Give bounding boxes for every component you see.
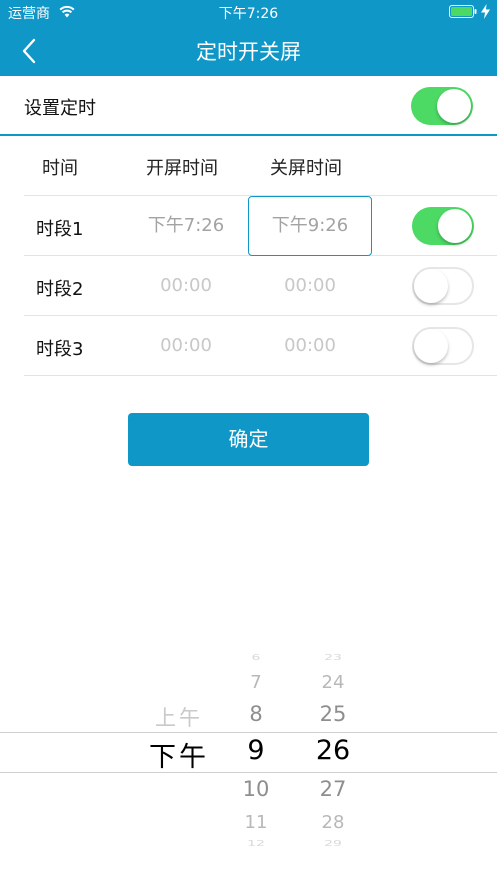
- table-row: 时段3 00:00 00:00: [24, 316, 497, 376]
- schedule-table: 时间 开屏时间 关屏时间 时段1 下午7:26 下午9:26 时段2 00:00…: [24, 136, 497, 376]
- charging-bolt-icon: [481, 4, 490, 19]
- on-time-cell[interactable]: 下午7:26: [124, 196, 248, 255]
- table-row: 时段1 下午7:26 下午9:26: [24, 196, 497, 256]
- table-row: 时段2 00:00 00:00: [24, 256, 497, 316]
- schedule-setting-label: 设置定时: [24, 98, 96, 119]
- picker-selected-option: 26: [315, 735, 351, 766]
- picker-selected-option: 下午: [149, 742, 209, 773]
- picker-option: 12: [247, 839, 265, 849]
- period-toggle[interactable]: [412, 327, 474, 365]
- period-label: 时段1: [36, 219, 84, 240]
- picker-selected-option: 9: [247, 735, 265, 766]
- picker-option: 8: [249, 702, 263, 726]
- status-bar: 运营商 下午7:26: [0, 0, 497, 24]
- off-time-cell[interactable]: 00:00: [248, 256, 372, 315]
- period-toggle[interactable]: [412, 267, 474, 305]
- picker-option: 24: [321, 672, 345, 693]
- minute-wheel[interactable]: 23 24 25 26 27 28 29: [300, 640, 366, 870]
- picker-option: 6: [251, 653, 261, 663]
- period-label: 时段3: [36, 339, 84, 360]
- am-pm-wheel[interactable]: 上午 下午: [140, 640, 218, 870]
- schedule-toggle[interactable]: [411, 87, 473, 125]
- column-header-on-time: 开屏时间: [146, 158, 218, 179]
- navigation-bar: 定时开关屏: [0, 24, 497, 76]
- column-header-period: 时间: [42, 158, 78, 179]
- picker-option: 29: [324, 839, 342, 849]
- off-time-cell[interactable]: 下午9:26: [248, 196, 372, 256]
- period-label: 时段2: [36, 279, 84, 300]
- hour-wheel[interactable]: 6 7 8 9 10 11 12: [225, 640, 287, 870]
- toggle-knob: [414, 329, 448, 363]
- toggle-knob: [438, 209, 472, 243]
- picker-option: 23: [324, 653, 342, 663]
- table-header: 时间 开屏时间 关屏时间: [24, 136, 497, 196]
- period-toggle[interactable]: [412, 207, 474, 245]
- picker-option: 28: [321, 812, 345, 833]
- column-header-off-time: 关屏时间: [270, 158, 342, 179]
- confirm-button[interactable]: 确定: [128, 413, 369, 466]
- off-time-cell[interactable]: 00:00: [248, 316, 372, 375]
- picker-option: 11: [244, 812, 268, 833]
- status-time: 下午7:26: [218, 6, 279, 22]
- on-time-cell[interactable]: 00:00: [124, 316, 248, 375]
- toggle-knob: [437, 89, 471, 123]
- toggle-knob: [414, 269, 448, 303]
- time-picker: 上午 下午 6 7 8 9 10 11 12 23 24 25 26 27 28…: [0, 640, 497, 870]
- picker-option: 7: [250, 672, 262, 693]
- battery-full-icon: [449, 5, 477, 18]
- on-time-cell[interactable]: 00:00: [124, 256, 248, 315]
- picker-option: 10: [242, 777, 270, 801]
- picker-option: 27: [319, 777, 347, 801]
- picker-option: 25: [319, 702, 347, 726]
- page-title: 定时开关屏: [196, 40, 301, 64]
- picker-option: 上午: [155, 706, 203, 730]
- schedule-setting-row: 设置定时: [0, 76, 497, 136]
